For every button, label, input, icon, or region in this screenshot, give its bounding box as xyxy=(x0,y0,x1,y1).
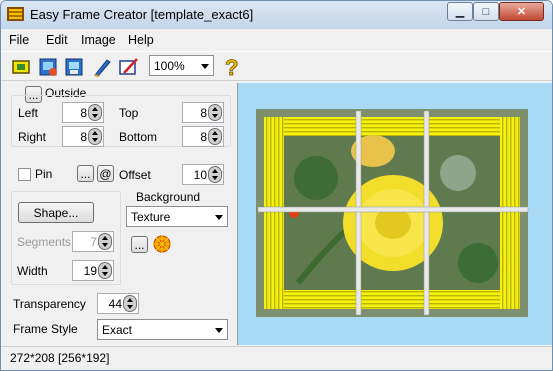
right-value: 8 xyxy=(80,130,87,144)
top-value: 8 xyxy=(200,106,207,120)
left-label: Left xyxy=(18,106,39,120)
bottom-label: Bottom xyxy=(119,130,158,144)
settings-panel: ... Outside Left 8 Top 8 Right 8 Bottom … xyxy=(3,83,235,345)
pin-checkbox[interactable] xyxy=(18,168,31,181)
menu-image[interactable]: Image xyxy=(81,33,116,47)
left-spin-icon[interactable] xyxy=(88,104,102,121)
top-label: Top xyxy=(119,106,139,120)
transparency-value: 44 xyxy=(108,297,122,311)
window-title: Easy Frame Creator [template_exact6] xyxy=(30,7,254,22)
bottom-value: 8 xyxy=(200,130,207,144)
segments-input[interactable]: 7 xyxy=(72,231,114,252)
segments-value: 7 xyxy=(90,235,97,249)
frame-style-value: Exact xyxy=(102,323,133,337)
pen-icon[interactable] xyxy=(90,55,114,79)
frame-style-label: Frame Style xyxy=(13,322,78,336)
status-bar: 272*208 [256*192] xyxy=(1,346,552,370)
maximize-button[interactable]: □ xyxy=(473,2,499,21)
width-input[interactable]: 19 xyxy=(72,260,114,281)
segments-label: Segments xyxy=(17,235,72,249)
zoom-value: 100% xyxy=(154,59,185,73)
width-spin-icon[interactable] xyxy=(98,262,112,279)
app-window: Easy Frame Creator [template_exact6] ▁ □… xyxy=(0,0,553,371)
width-value: 19 xyxy=(83,264,97,278)
right-input[interactable]: 8 xyxy=(62,126,104,147)
new-frame-icon[interactable] xyxy=(10,55,34,79)
background-label: Background xyxy=(136,190,201,204)
background-select[interactable]: Texture xyxy=(126,206,228,227)
segments-spin-icon[interactable] xyxy=(98,233,112,250)
close-button[interactable]: ✕ xyxy=(499,2,544,21)
offset-value: 10 xyxy=(193,168,207,182)
help-icon[interactable]: ? xyxy=(219,55,243,79)
left-value: 8 xyxy=(80,106,87,120)
status-text: 272*208 [256*192] xyxy=(10,351,110,365)
pin-at-button[interactable]: @ xyxy=(97,165,114,182)
offset-spin-icon[interactable] xyxy=(208,166,222,183)
preview-area[interactable] xyxy=(237,83,552,345)
width-label: Width xyxy=(17,264,48,278)
top-input[interactable]: 8 xyxy=(182,102,224,123)
menu-help[interactable]: Help xyxy=(128,33,154,47)
menu-edit[interactable]: Edit xyxy=(46,33,68,47)
open-image-icon[interactable] xyxy=(37,55,61,79)
toolbar: 100% ? xyxy=(1,51,552,81)
chevron-down-icon xyxy=(215,328,223,333)
right-spin-icon[interactable] xyxy=(88,128,102,145)
svg-text:?: ? xyxy=(225,56,238,78)
transparency-input[interactable]: 44 xyxy=(97,293,139,314)
frame-preview xyxy=(256,109,529,317)
save-image-icon[interactable] xyxy=(63,55,87,79)
transparency-spin-icon[interactable] xyxy=(123,295,137,312)
offset-input[interactable]: 10 xyxy=(182,164,224,185)
pin-label: Pin xyxy=(35,167,53,181)
bottom-spin-icon[interactable] xyxy=(208,128,222,145)
chevron-down-icon xyxy=(215,215,223,220)
menu-bar: File Edit Image Help xyxy=(1,29,552,51)
title-bar[interactable]: Easy Frame Creator [template_exact6] ▁ □… xyxy=(1,1,552,29)
background-more-button[interactable]: ... xyxy=(131,236,148,253)
shape-button[interactable]: Shape... xyxy=(18,202,94,223)
frame-style-select[interactable]: Exact xyxy=(97,319,228,340)
minimize-button[interactable]: ▁ xyxy=(447,2,473,21)
transparency-label: Transparency xyxy=(13,297,86,311)
menu-file[interactable]: File xyxy=(9,33,29,47)
left-input[interactable]: 8 xyxy=(62,102,104,123)
edit-frame-icon[interactable] xyxy=(117,55,141,79)
offset-label: Offset xyxy=(119,168,151,182)
chevron-down-icon xyxy=(201,64,209,69)
background-value: Texture xyxy=(131,210,171,224)
right-label: Right xyxy=(18,130,47,144)
top-spin-icon[interactable] xyxy=(208,104,222,121)
bottom-input[interactable]: 8 xyxy=(182,126,224,147)
app-icon xyxy=(7,7,24,21)
texture-icon[interactable] xyxy=(152,234,172,254)
zoom-select[interactable]: 100% xyxy=(149,55,214,76)
pin-more-button[interactable]: ... xyxy=(77,165,94,182)
